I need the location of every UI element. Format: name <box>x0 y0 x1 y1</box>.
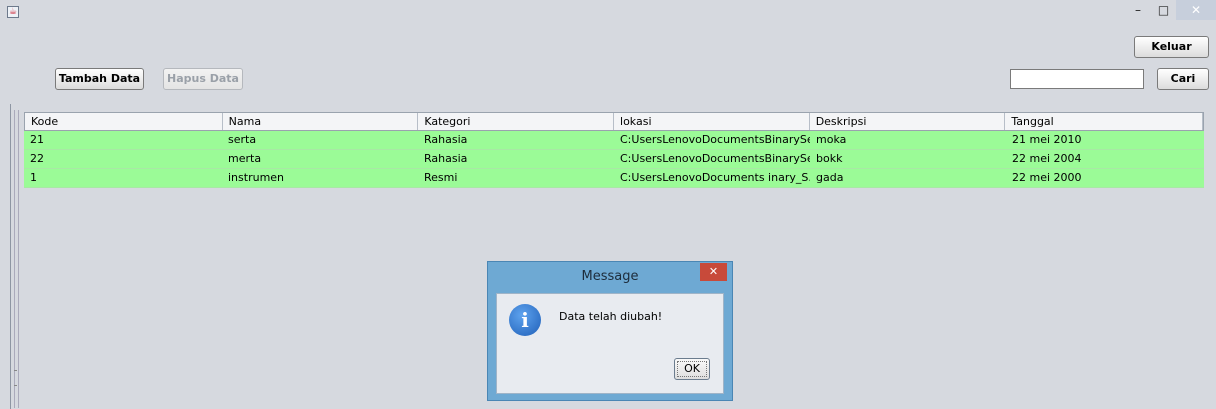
cell-tanggal: 22 mei 2004 <box>1012 152 1082 165</box>
cell-deskripsi: bokk <box>816 152 843 165</box>
java-app-icon: ☕ <box>7 6 19 18</box>
column-header-deskripsi[interactable]: Deskripsi <box>810 113 1006 130</box>
column-header-tanggal[interactable]: Tanggal <box>1005 113 1204 130</box>
column-header-kode[interactable]: Kode <box>25 113 223 130</box>
dialog-message: Data telah diubah! <box>559 310 663 323</box>
cell-kode: 1 <box>30 171 37 184</box>
dialog-title: Message <box>581 269 639 284</box>
search-input[interactable] <box>1010 69 1144 89</box>
cell-deskripsi: moka <box>816 133 847 146</box>
table-row[interactable]: 22 merta Rahasia C:UsersLenovoDocumentsB… <box>24 150 1204 169</box>
cell-deskripsi: gada <box>816 171 844 184</box>
window-close-button[interactable]: ✕ <box>1176 0 1216 20</box>
dialog-body: i Data telah diubah! OK <box>496 293 724 394</box>
cell-lokasi: C:UsersLenovoDocumentsBinarySe... <box>620 152 810 165</box>
delete-data-button: Hapus Data <box>163 68 243 90</box>
cell-nama: instrumen <box>228 171 285 184</box>
cell-kategori: Rahasia <box>424 133 468 146</box>
message-dialog: Message ✕ i Data telah diubah! OK <box>487 261 733 401</box>
maximize-button[interactable]: □ <box>1151 0 1176 20</box>
cell-lokasi: C:UsersLenovoDocumentsBinarySe... <box>620 133 810 146</box>
cell-kategori: Rahasia <box>424 152 468 165</box>
cell-lokasi: C:UsersLenovoDocuments inary_S.txt <box>620 171 810 184</box>
scrollbar-grip[interactable] <box>14 370 17 386</box>
scrollbar-track[interactable] <box>14 110 19 408</box>
table-row[interactable]: 21 serta Rahasia C:UsersLenovoDocumentsB… <box>24 131 1204 150</box>
cell-kategori: Resmi <box>424 171 458 184</box>
data-table: Kode Nama Kategori lokasi Deskripsi Tang… <box>24 112 1204 188</box>
minimize-button[interactable]: – <box>1125 0 1151 20</box>
search-button[interactable]: Cari <box>1157 68 1209 90</box>
cell-kode: 22 <box>30 152 44 165</box>
add-data-button[interactable]: Tambah Data <box>55 68 144 90</box>
cell-tanggal: 21 mei 2010 <box>1012 133 1082 146</box>
column-header-lokasi[interactable]: lokasi <box>614 113 810 130</box>
ok-button[interactable]: OK <box>674 358 710 380</box>
cell-nama: serta <box>228 133 257 146</box>
cell-kode: 21 <box>30 133 44 146</box>
info-icon: i <box>509 304 541 336</box>
table-row[interactable]: 1 instrumen Resmi C:UsersLenovoDocuments… <box>24 169 1204 188</box>
column-header-nama[interactable]: Nama <box>223 113 419 130</box>
window-titlebar: ☕ – □ ✕ <box>0 0 1216 30</box>
cell-nama: merta <box>228 152 262 165</box>
column-header-kategori[interactable]: Kategori <box>418 113 615 130</box>
cell-tanggal: 22 mei 2000 <box>1012 171 1082 184</box>
exit-button[interactable]: Keluar <box>1134 36 1209 58</box>
dialog-close-button[interactable]: ✕ <box>700 263 727 281</box>
table-header: Kode Nama Kategori lokasi Deskripsi Tang… <box>24 112 1204 131</box>
